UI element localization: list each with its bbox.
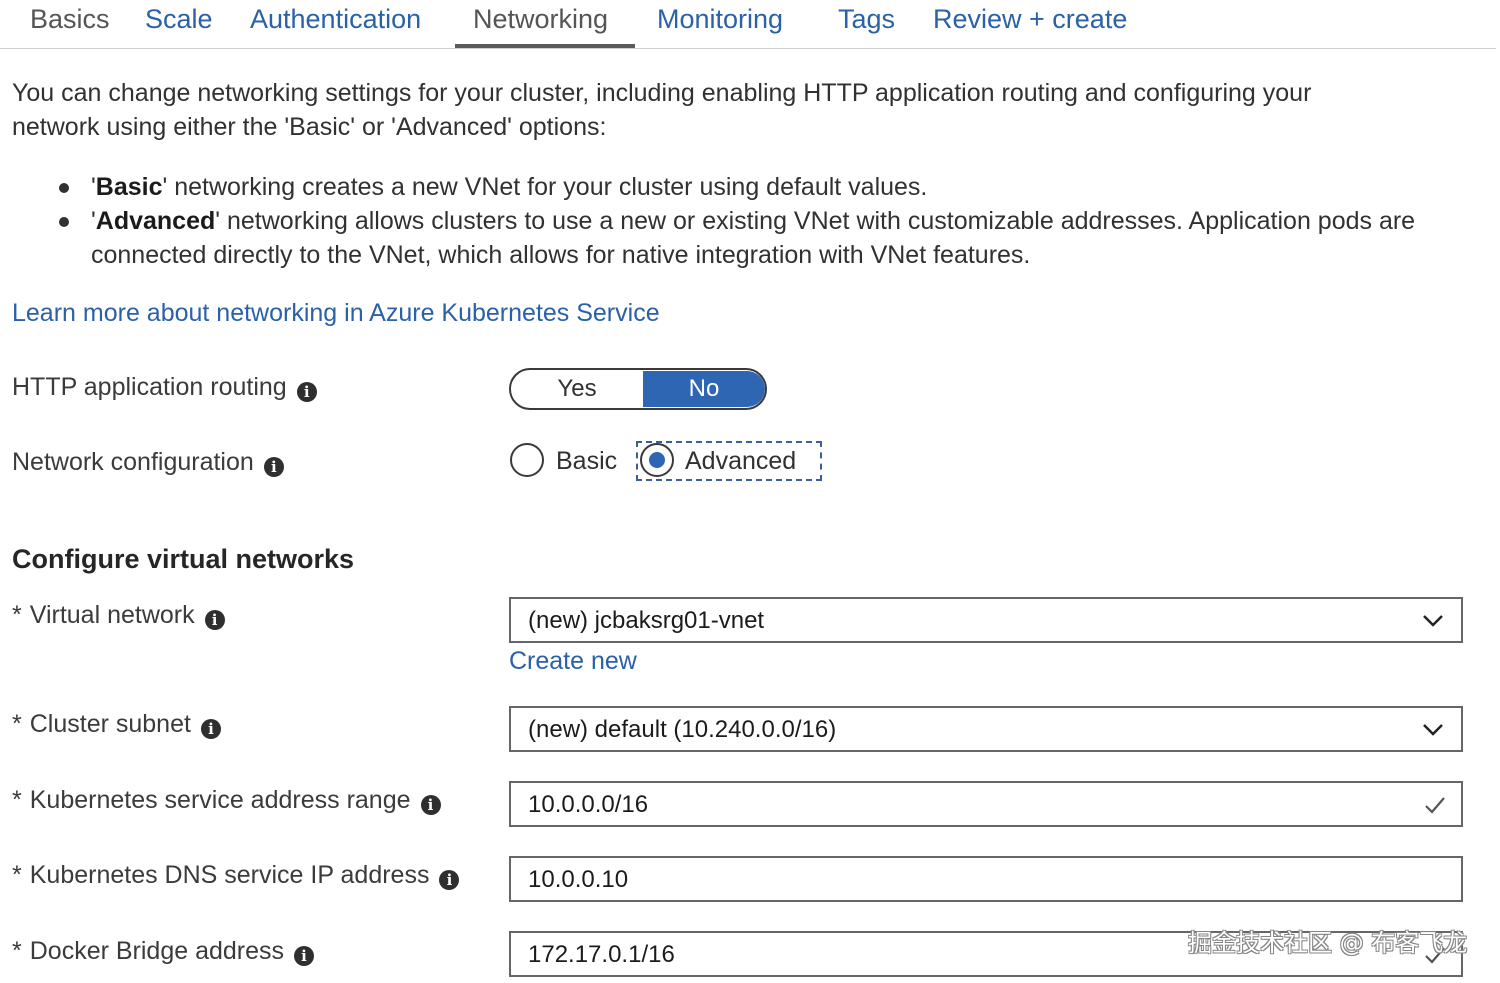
service-address-range-label: * Kubernetes service address range i [12,783,441,817]
http-routing-label: HTTP application routing i [12,370,317,404]
service-address-range-field[interactable] [509,781,1463,827]
required-mark: * [12,861,22,889]
tab-monitoring[interactable]: Monitoring [657,2,783,36]
bullet-term-advanced: Advanced [95,207,216,235]
radio-basic[interactable] [510,443,544,477]
toggle-no-option[interactable]: No [643,371,765,407]
tab-scale[interactable]: Scale [145,2,213,36]
bullet-term-basic: Basic [95,173,163,201]
tab-basics[interactable]: Basics [30,2,110,36]
cluster-subnet-dropdown[interactable]: (new) default (10.240.0.0/16) [509,706,1463,752]
http-routing-toggle[interactable]: Yes No [509,368,767,410]
info-icon[interactable]: i [420,795,441,815]
cluster-subnet-label: * Cluster subnet i [12,707,221,741]
virtual-network-value: (new) jcbaksrg01-vnet [528,607,765,634]
required-mark: * [12,601,22,629]
info-icon[interactable]: i [439,870,460,890]
info-icon[interactable]: i [294,946,315,966]
docker-bridge-label: * Docker Bridge address i [12,934,315,968]
networking-options-list: 'Basic' networking creates a new VNet fo… [58,170,1478,272]
active-tab-indicator [455,44,635,48]
virtual-network-dropdown[interactable]: (new) jcbaksrg01-vnet [509,597,1463,643]
chevron-down-icon [1423,615,1443,627]
list-item-advanced: 'Advanced' networking allows clusters to… [58,204,1478,272]
required-mark: * [12,937,22,965]
tab-review-create[interactable]: Review + create [933,2,1127,36]
watermark: 掘金技术社区 @ 布客飞龙 [1188,929,1468,957]
virtual-network-label: * Virtual network i [12,598,225,632]
info-icon[interactable]: i [263,457,284,477]
service-address-range-input[interactable] [528,788,1408,822]
toggle-yes-option[interactable]: Yes [511,370,643,408]
tab-authentication[interactable]: Authentication [250,2,421,36]
dns-service-ip-field[interactable] [509,856,1463,902]
list-item-basic: 'Basic' networking creates a new VNet fo… [58,170,1478,204]
chevron-down-icon [1423,724,1443,736]
cluster-subnet-value: (new) default (10.240.0.0/16) [528,716,837,743]
tab-tags[interactable]: Tags [838,2,895,36]
radio-advanced-label[interactable]: Advanced [685,444,796,478]
dns-service-ip-label: * Kubernetes DNS service IP address i [12,858,460,892]
create-new-link[interactable]: Create new [509,644,637,678]
radio-basic-label[interactable]: Basic [556,444,617,478]
info-icon[interactable]: i [200,719,221,739]
info-icon[interactable]: i [204,610,225,630]
radio-advanced[interactable] [640,443,674,477]
required-mark: * [12,786,22,814]
dns-service-ip-input[interactable] [528,863,1408,897]
checkmark-icon [1425,797,1445,814]
intro-line-2: network using either the 'Basic' or 'Adv… [12,113,607,141]
tab-networking[interactable]: Networking [473,2,608,36]
info-icon[interactable]: i [296,382,317,402]
tab-bar: Basics Scale Authentication Networking M… [0,0,1496,49]
aks-networking-page: Basics Scale Authentication Networking M… [0,0,1500,983]
section-title: Configure virtual networks [12,544,355,574]
required-mark: * [12,710,22,738]
network-configuration-label: Network configuration i [12,445,284,479]
intro-line-1: You can change networking settings for y… [12,79,1312,107]
learn-more-link[interactable]: Learn more about networking in Azure Kub… [12,296,660,330]
